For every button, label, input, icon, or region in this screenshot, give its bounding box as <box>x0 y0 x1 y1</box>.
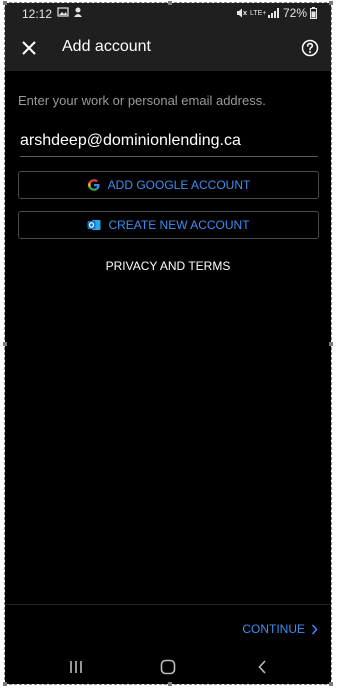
notification-icons <box>57 6 84 18</box>
selection-handle <box>3 342 7 346</box>
status-right: LTE+ 72% <box>235 6 317 20</box>
recents-icon <box>70 661 82 673</box>
bottom-action-bar: CONTINUE <box>5 604 331 649</box>
privacy-and-terms-link[interactable]: PRIVACY AND TERMS <box>5 259 331 273</box>
create-new-account-label: CREATE NEW ACCOUNT <box>108 218 250 232</box>
battery-icon <box>310 7 317 19</box>
selection-handle <box>3 1 7 5</box>
outlook-icon <box>87 220 101 230</box>
create-new-account-button[interactable]: CREATE NEW ACCOUNT <box>18 211 319 239</box>
app-bar: Add account <box>5 25 331 71</box>
signal-icon <box>267 8 279 18</box>
continue-button[interactable]: CONTINUE <box>242 622 318 636</box>
recents-button[interactable] <box>64 656 88 678</box>
home-button[interactable] <box>156 656 180 678</box>
close-icon <box>22 41 36 55</box>
selection-handle <box>329 1 333 5</box>
chevron-right-icon <box>311 624 318 634</box>
selection-handle <box>329 342 333 346</box>
instruction-text: Enter your work or personal email addres… <box>18 93 266 108</box>
phone-screen: 12:12 LTE+ 72% Add account Enter your wo… <box>4 2 332 685</box>
help-icon <box>301 39 319 57</box>
image-notification-icon <box>57 7 69 17</box>
status-time: 12:12 <box>22 7 53 21</box>
continue-label: CONTINUE <box>242 622 305 636</box>
battery-percent: 72% <box>282 6 307 20</box>
help-button[interactable] <box>295 33 325 63</box>
selection-handle <box>168 682 172 686</box>
google-icon <box>87 179 100 191</box>
email-input[interactable] <box>20 126 318 157</box>
back-button[interactable] <box>250 656 274 678</box>
mute-icon <box>236 8 247 18</box>
page-title: Add account <box>62 38 151 55</box>
selection-handle <box>3 682 7 686</box>
system-nav-bar <box>5 649 331 684</box>
close-button[interactable] <box>13 32 45 64</box>
selection-handle <box>168 1 172 5</box>
network-type: LTE+ <box>249 9 267 17</box>
add-google-account-label: ADD GOOGLE ACCOUNT <box>107 178 251 192</box>
selection-handle <box>329 682 333 686</box>
back-icon <box>258 660 266 674</box>
add-google-account-button[interactable]: ADD GOOGLE ACCOUNT <box>18 171 319 199</box>
status-bar: 12:12 LTE+ 72% <box>5 3 331 25</box>
app-notification-icon <box>74 7 82 17</box>
home-icon <box>160 659 176 675</box>
